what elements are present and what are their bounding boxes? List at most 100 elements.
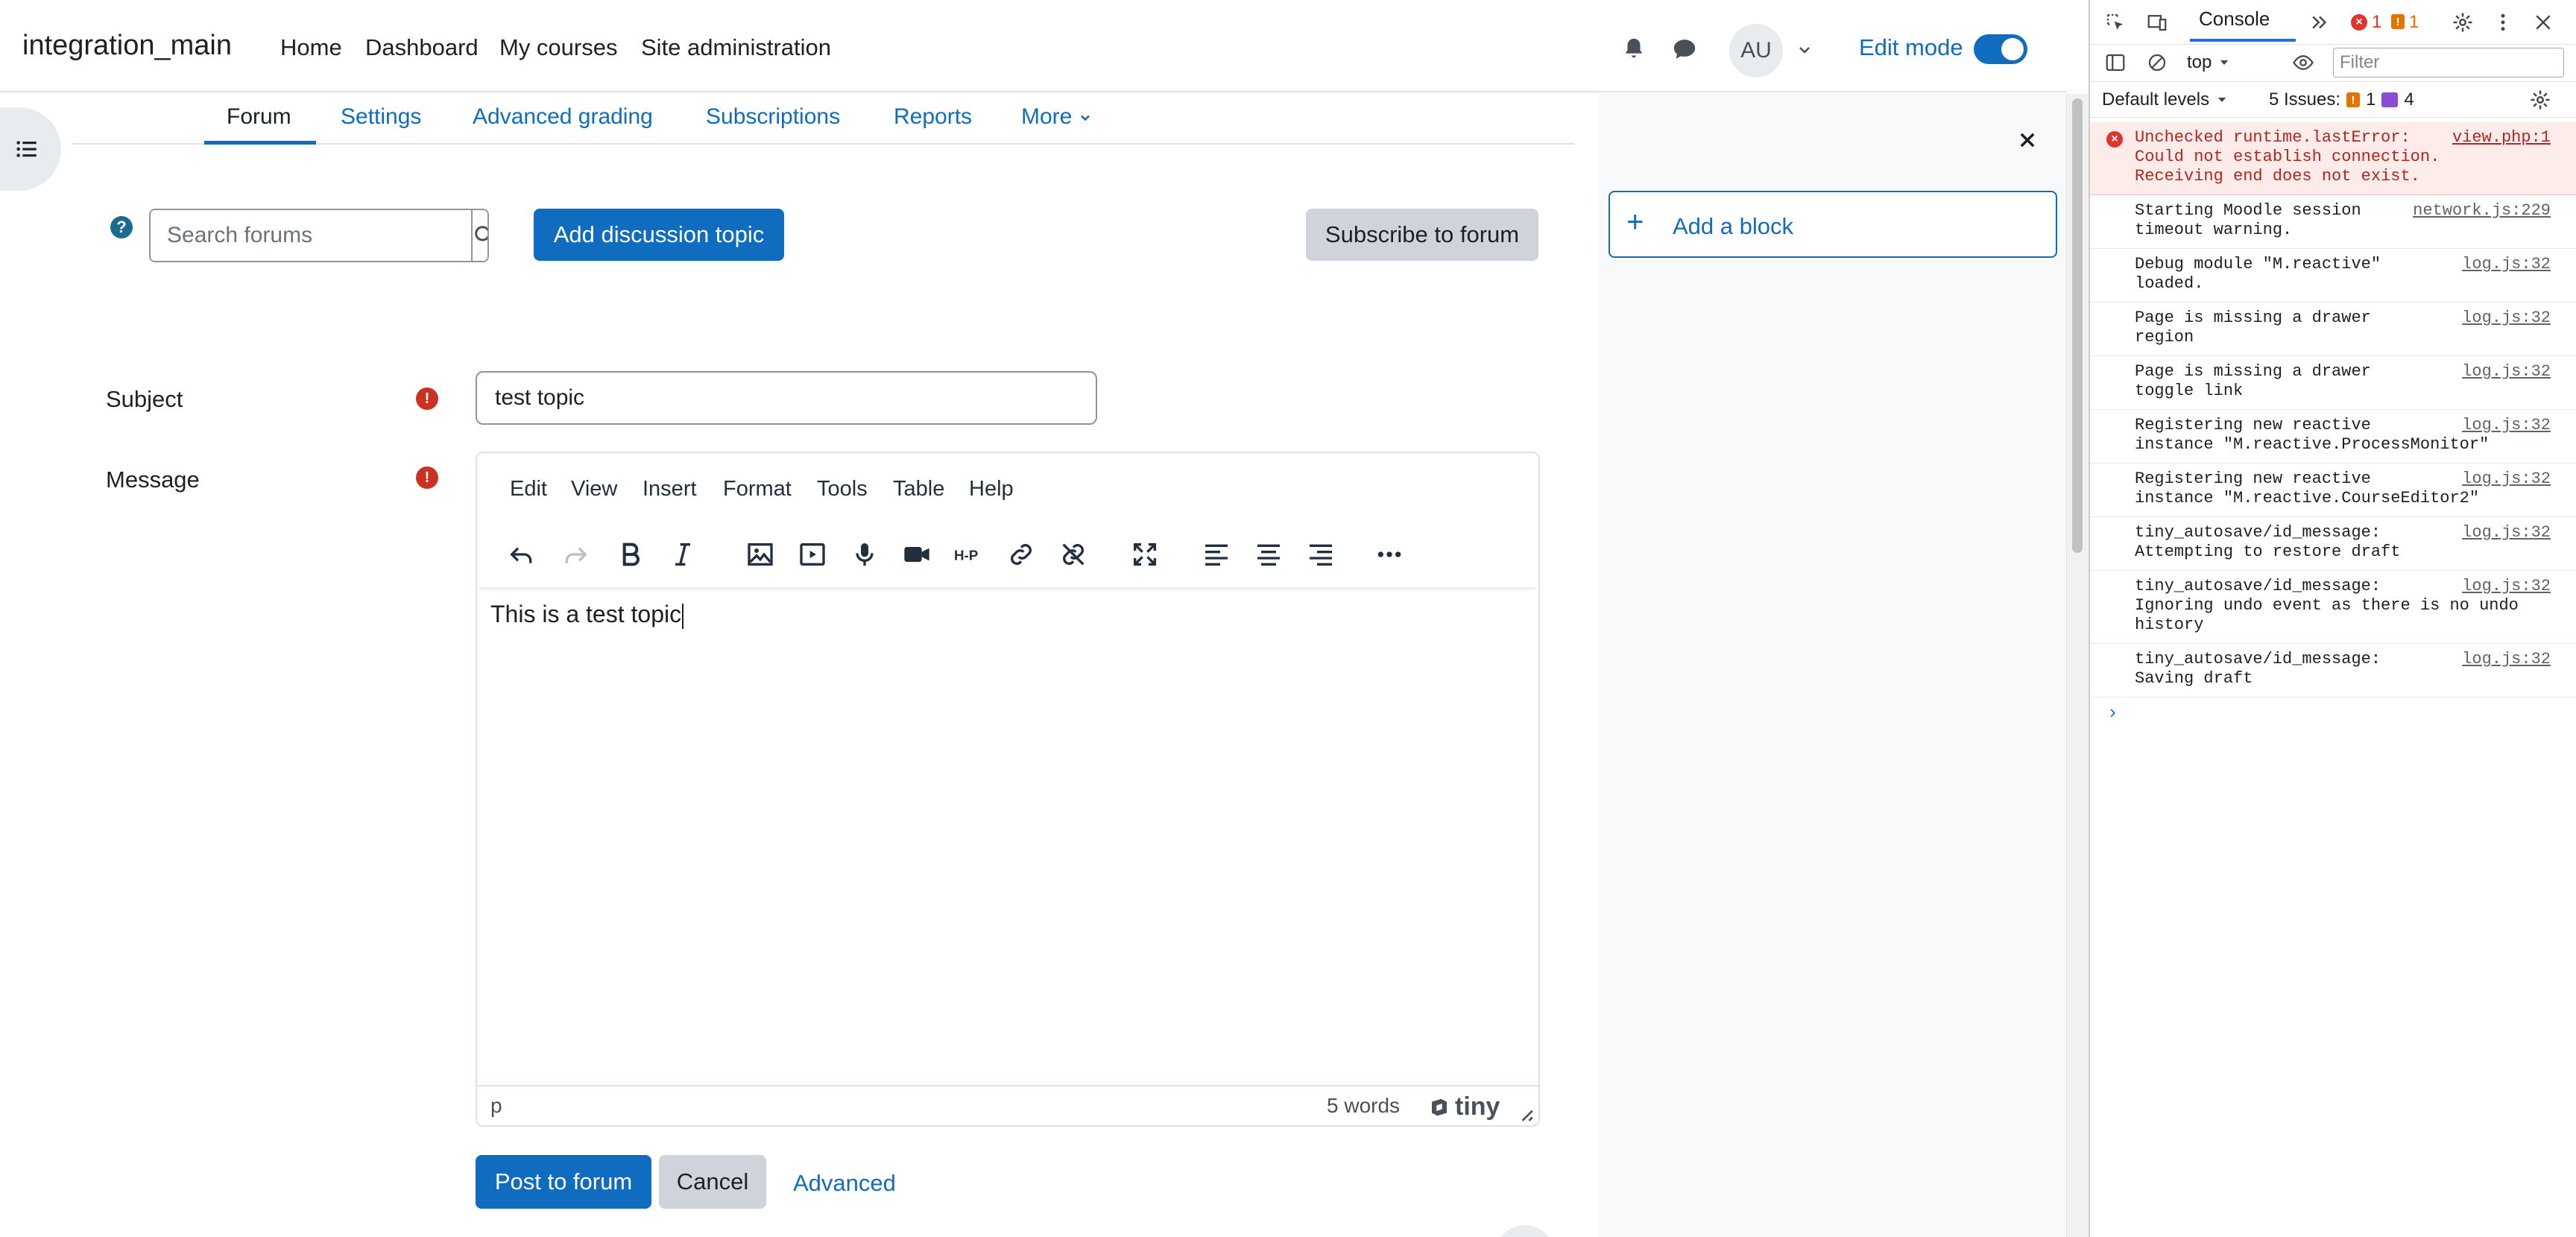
course-index-toggle[interactable] (0, 107, 61, 191)
error-count-icon: × (2351, 14, 2367, 31)
more-toolbar-ellipsis-icon[interactable] (1370, 535, 1409, 574)
redo-icon[interactable] (556, 535, 595, 574)
log-source-link[interactable]: log.js:32 (2462, 255, 2551, 274)
menu-view[interactable]: View (571, 477, 617, 502)
element-path[interactable]: p (490, 1094, 502, 1118)
tab-advanced-grading[interactable]: Advanced grading (473, 92, 653, 145)
unlink-icon[interactable] (1054, 535, 1093, 574)
settings-gear-icon[interactable] (2448, 7, 2478, 37)
menu-edit[interactable]: Edit (510, 477, 547, 502)
issues-indicator[interactable]: 5 Issues: ! 1 4 (2269, 89, 2414, 110)
nav-link-dashboard[interactable]: Dashboard (365, 34, 479, 61)
log-source-link[interactable]: log.js:32 (2462, 362, 2551, 382)
editor-content-area[interactable]: This is a test topic (490, 601, 684, 629)
h5p-icon[interactable]: H-P (950, 535, 988, 574)
subject-input[interactable] (476, 371, 1097, 425)
word-count[interactable]: 5 words (1327, 1094, 1400, 1118)
more-chevron-down-icon (1081, 115, 1090, 121)
log-source-link[interactable]: log.js:32 (2462, 523, 2551, 542)
menu-help[interactable]: Help (969, 477, 1014, 502)
edit-mode-toggle[interactable] (1974, 34, 2027, 64)
log-source-link[interactable]: log.js:32 (2462, 650, 2551, 669)
nav-link-my-courses[interactable]: My courses (499, 34, 617, 61)
console-log-entry[interactable]: tiny_autosave/id_message: Attempting to … (2090, 517, 2576, 571)
live-expression-eye-icon[interactable] (2288, 48, 2318, 77)
image-icon[interactable] (741, 535, 780, 574)
console-tab[interactable]: Console (2199, 7, 2270, 31)
undo-icon[interactable] (502, 535, 541, 574)
tab-forum[interactable]: Forum (204, 92, 316, 145)
more-tabs-chevrons-icon[interactable] (2305, 7, 2334, 37)
record-audio-microphone-icon[interactable] (845, 535, 884, 574)
tab-settings[interactable]: Settings (341, 92, 421, 145)
nav-link-site-administration[interactable]: Site administration (641, 34, 831, 61)
help-question-icon[interactable]: ? (110, 216, 133, 238)
console-error-entry[interactable]: × Unchecked runtime.lastError: Could not … (2090, 122, 2576, 195)
subscribe-to-forum-button[interactable]: Subscribe to forum (1306, 209, 1538, 261)
link-icon[interactable] (1002, 535, 1041, 574)
menu-insert[interactable]: Insert (643, 477, 697, 502)
cancel-button[interactable]: Cancel (659, 1155, 766, 1209)
console-log-entry[interactable]: Page is missing a drawer region log.js:32 (2090, 303, 2576, 356)
console-log-entry[interactable]: Registering new reactive instance "M.rea… (2090, 464, 2576, 517)
console-log-entry[interactable]: Starting Moodle session timeout warning.… (2090, 195, 2576, 249)
sidebar-toggle-icon[interactable] (2100, 48, 2130, 77)
console-log-entry[interactable]: tiny_autosave/id_message: Saving draft lo… (2090, 644, 2576, 697)
advanced-link[interactable]: Advanced (793, 1170, 896, 1197)
bold-icon[interactable] (611, 535, 650, 574)
log-levels-dropdown[interactable]: Default levels (2102, 89, 2229, 110)
align-right-icon[interactable] (1301, 535, 1340, 574)
log-source-link[interactable]: log.js:32 (2462, 416, 2551, 435)
context-selector[interactable]: top (2187, 52, 2231, 73)
close-drawer-icon[interactable] (2010, 122, 2045, 158)
notifications-bell-icon[interactable] (1617, 33, 1650, 66)
log-source-link[interactable]: view.php:1 (2452, 128, 2551, 148)
log-source-link[interactable]: network.js:229 (2413, 201, 2551, 221)
console-log-entry[interactable]: Debug module "M.reactive" loaded. log.js:… (2090, 249, 2576, 303)
console-log-entry[interactable]: Registering new reactive instance "M.rea… (2090, 410, 2576, 464)
nav-link-home[interactable]: Home (280, 34, 342, 61)
error-count[interactable]: 1 (2372, 12, 2381, 33)
align-left-icon[interactable] (1197, 535, 1236, 574)
tab-reports[interactable]: Reports (894, 92, 972, 145)
console-log-entry[interactable]: Page is missing a drawer toggle link log.… (2090, 356, 2576, 410)
console-filter-input[interactable] (2333, 48, 2564, 77)
search-button[interactable] (471, 210, 487, 261)
close-devtools-icon[interactable] (2528, 7, 2558, 37)
log-source-link[interactable]: log.js:32 (2462, 577, 2551, 596)
tiny-logo[interactable]: tiny (1428, 1092, 1500, 1121)
menu-table[interactable]: Table (893, 477, 944, 502)
menu-tools[interactable]: Tools (817, 477, 868, 502)
menu-format[interactable]: Format (723, 477, 792, 502)
scroll-to-top-button[interactable] (1495, 1225, 1555, 1237)
tab-subscriptions[interactable]: Subscriptions (706, 92, 840, 145)
record-video-camera-icon[interactable] (897, 535, 936, 574)
add-a-block-button[interactable]: + Add a block (1609, 191, 2057, 258)
add-discussion-topic-button[interactable]: Add discussion topic (534, 209, 784, 261)
kebab-menu-icon[interactable] (2488, 7, 2518, 37)
align-center-icon[interactable] (1249, 535, 1288, 574)
site-brand[interactable]: integration_main (22, 30, 232, 62)
post-to-forum-button[interactable]: Post to forum (476, 1155, 651, 1209)
fullscreen-icon[interactable] (1126, 535, 1164, 574)
italic-icon[interactable] (663, 535, 702, 574)
user-avatar[interactable]: AU (1729, 24, 1783, 77)
warning-count[interactable]: 1 (2409, 12, 2419, 33)
message-required-icon: ! (416, 466, 438, 489)
messages-chat-icon[interactable] (1668, 33, 1701, 66)
clear-console-icon[interactable] (2142, 48, 2172, 77)
console-settings-gear-icon[interactable] (2525, 85, 2555, 115)
console-log-entry[interactable]: tiny_autosave/id_message: Ignoring undo … (2090, 571, 2576, 644)
page-scrollbar-thumb[interactable] (2072, 98, 2083, 553)
tab-more[interactable]: More (1021, 92, 1093, 145)
media-icon[interactable] (793, 535, 832, 574)
device-toolbar-icon[interactable] (2142, 7, 2172, 37)
toggle-knob (2001, 38, 2024, 60)
inspect-element-icon[interactable] (2100, 7, 2130, 37)
user-menu-chevron-down-icon[interactable] (1792, 37, 1817, 63)
log-source-link[interactable]: log.js:32 (2462, 309, 2551, 328)
console-prompt-chevron-icon[interactable]: › (2109, 700, 2116, 724)
log-source-link[interactable]: log.js:32 (2462, 469, 2551, 489)
resize-handle-icon[interactable] (1518, 1106, 1534, 1122)
search-forums-input[interactable] (151, 210, 471, 261)
